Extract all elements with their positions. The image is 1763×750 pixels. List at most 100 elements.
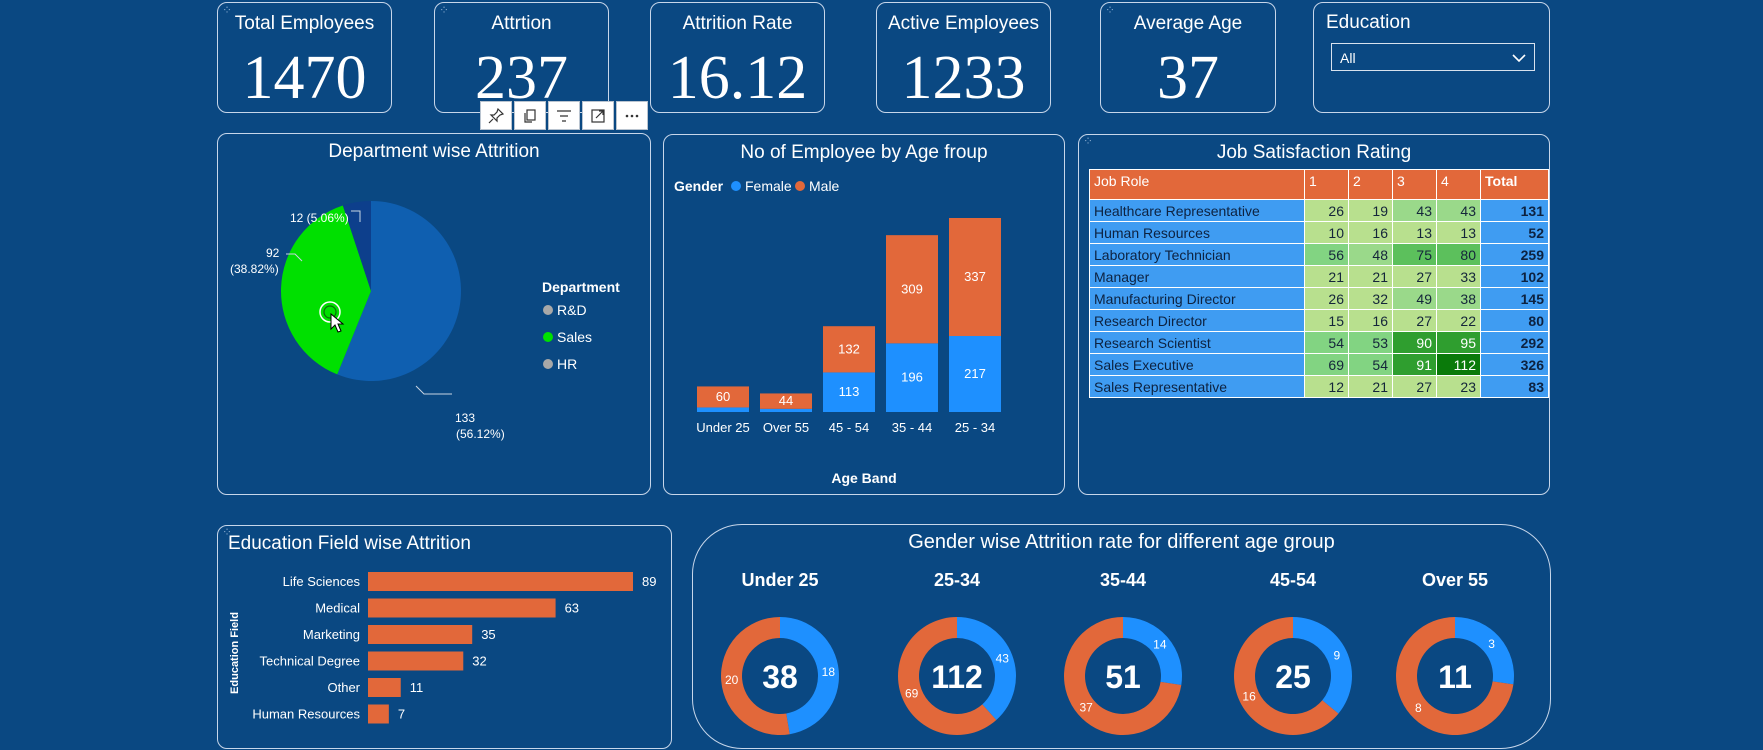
rating-cell: 91 bbox=[1392, 353, 1437, 376]
rating-cell: 33 bbox=[1436, 265, 1481, 288]
kpi-title: Attrition Rate bbox=[682, 13, 793, 34]
table-row[interactable]: Manufacturing Director 26 32 49 38 145 bbox=[1089, 287, 1549, 310]
kpi-card-attrition-rate[interactable]: Attrition Rate 16.12 bbox=[650, 2, 825, 113]
job-role-cell: Laboratory Technician bbox=[1089, 243, 1305, 266]
education-dropdown[interactable]: All bbox=[1331, 43, 1535, 71]
rating-cell: 95 bbox=[1436, 331, 1481, 354]
rating-cell: 21 bbox=[1348, 265, 1393, 288]
kpi-title: Average Age bbox=[1133, 13, 1243, 34]
rating-cell: 26 bbox=[1304, 199, 1349, 222]
data-label: 309 bbox=[901, 281, 923, 296]
table-row[interactable]: Sales Representative 12 21 27 23 83 bbox=[1089, 375, 1549, 398]
column-header[interactable]: Total bbox=[1480, 169, 1549, 200]
kpi-card-attrition[interactable]: Attrtion 237 bbox=[434, 2, 609, 113]
data-label: 63 bbox=[565, 601, 579, 616]
rating-cell: 12 bbox=[1304, 375, 1349, 398]
age-group-panel: No of Employee by Age froup Gender Femal… bbox=[663, 134, 1065, 495]
pin-icon[interactable] bbox=[480, 101, 512, 130]
bar[interactable] bbox=[368, 598, 556, 618]
copy-icon[interactable] bbox=[514, 101, 546, 130]
leader-line bbox=[415, 385, 452, 395]
dept-attrition-panel: Department wise Attrition 12 (5.06%) 92 … bbox=[217, 133, 651, 495]
rating-cell: 10 bbox=[1304, 221, 1349, 244]
total-cell: 292 bbox=[1480, 331, 1549, 354]
bar[interactable] bbox=[368, 704, 389, 724]
focus-mode-icon[interactable] bbox=[582, 101, 614, 130]
legend-item-sales[interactable]: Sales bbox=[543, 329, 592, 345]
data-label-female: 9 bbox=[1334, 648, 1341, 662]
kpi-value: 37 bbox=[1157, 44, 1219, 112]
column-header[interactable]: 2 bbox=[1348, 169, 1393, 200]
kpi-value: 16.12 bbox=[667, 44, 808, 112]
data-label-male: 8 bbox=[1415, 701, 1422, 715]
table-header-row: Job Role 1 2 3 4 Total bbox=[1089, 169, 1549, 200]
data-label-female: 18 bbox=[822, 665, 836, 679]
rd-data-label-pct: (56.12%) bbox=[456, 427, 505, 441]
more-options-icon[interactable] bbox=[616, 101, 648, 130]
data-label: 113 bbox=[839, 384, 860, 399]
donut-center-total: 112 bbox=[931, 659, 983, 695]
kpi-card-active-employees[interactable]: Active Employees 1233 bbox=[876, 2, 1051, 113]
bar-female[interactable] bbox=[697, 407, 749, 412]
rating-cell: 43 bbox=[1392, 199, 1437, 222]
column-header[interactable]: Job Role bbox=[1089, 169, 1305, 200]
slicer-title: Education bbox=[1326, 12, 1411, 33]
table-row[interactable]: Research Director 15 16 27 22 80 bbox=[1089, 309, 1549, 332]
rating-cell: 53 bbox=[1348, 331, 1393, 354]
rating-cell: 26 bbox=[1304, 287, 1349, 310]
data-label: 89 bbox=[642, 574, 656, 589]
x-tick-label: 45 - 54 bbox=[829, 420, 869, 435]
table-row[interactable]: Sales Executive 69 54 91 112 326 bbox=[1089, 353, 1549, 376]
job-role-cell: Research Scientist bbox=[1089, 331, 1305, 354]
kpi-card-total-employees[interactable]: Total Employees 1470 bbox=[217, 2, 392, 113]
data-label-male: 16 bbox=[1242, 690, 1256, 704]
table-row[interactable]: Research Scientist 54 53 90 95 292 bbox=[1089, 331, 1549, 354]
bar[interactable] bbox=[368, 651, 464, 671]
total-cell: 145 bbox=[1480, 287, 1549, 310]
legend-dot bbox=[543, 359, 553, 369]
loading-glyph-icon: ⁘ bbox=[1105, 3, 1117, 17]
total-cell: 80 bbox=[1480, 309, 1549, 332]
legend-item-hr[interactable]: HR bbox=[543, 356, 577, 372]
table-row[interactable]: Healthcare Representative 26 19 43 43 131 bbox=[1089, 199, 1549, 222]
column-header[interactable]: 4 bbox=[1436, 169, 1481, 200]
rating-cell: 23 bbox=[1436, 375, 1481, 398]
rating-cell: 13 bbox=[1436, 221, 1481, 244]
job-role-cell: Sales Representative bbox=[1089, 375, 1305, 398]
rating-cell: 90 bbox=[1392, 331, 1437, 354]
column-header[interactable]: 3 bbox=[1392, 169, 1437, 200]
rating-cell: 54 bbox=[1304, 331, 1349, 354]
data-label: 60 bbox=[716, 389, 730, 404]
bar[interactable] bbox=[368, 678, 401, 697]
data-label-male: 20 bbox=[725, 673, 739, 687]
kpi-title: Active Employees bbox=[887, 13, 1039, 34]
y-tick-label: Other bbox=[327, 680, 360, 695]
table-row[interactable]: Laboratory Technician 56 48 75 80 259 bbox=[1089, 243, 1549, 266]
kpi-value: 1233 bbox=[901, 44, 1026, 112]
rating-cell: 75 bbox=[1392, 243, 1437, 266]
bar-female[interactable] bbox=[760, 408, 812, 412]
job-role-cell: Manufacturing Director bbox=[1089, 287, 1305, 310]
column-header[interactable]: 1 bbox=[1304, 169, 1349, 200]
table-row[interactable]: Manager 21 21 27 33 102 bbox=[1089, 265, 1549, 288]
education-field-panel: Education Field wise Attrition Education… bbox=[217, 525, 672, 749]
bar[interactable] bbox=[368, 625, 473, 644]
filter-icon[interactable] bbox=[548, 101, 580, 130]
table-row[interactable]: Human Resources 10 16 13 13 52 bbox=[1089, 221, 1549, 244]
bar[interactable] bbox=[368, 572, 633, 591]
dept-pie-chart[interactable] bbox=[218, 134, 652, 496]
hr-data-label: 12 (5.06%) bbox=[290, 211, 349, 225]
y-tick-label: Marketing bbox=[303, 627, 360, 642]
chevron-down-icon bbox=[1512, 54, 1526, 63]
rating-cell: 19 bbox=[1348, 199, 1393, 222]
x-axis-label: Age Band bbox=[831, 470, 897, 486]
kpi-card-average-age[interactable]: Average Age 37 bbox=[1100, 2, 1276, 113]
age-stacked-bar-chart: 60 Under 25 44 Over 55 113 132 45 - 54 196 309 35… bbox=[696, 218, 1001, 435]
job-role-cell: Human Resources bbox=[1089, 221, 1305, 244]
kpi-value: 1470 bbox=[242, 44, 367, 112]
legend-item-rd[interactable]: R&D bbox=[543, 302, 587, 318]
donut-title: 45-54 bbox=[1270, 570, 1316, 590]
education-slicer: Education All bbox=[1313, 2, 1550, 113]
rating-cell: 56 bbox=[1304, 243, 1349, 266]
mouse-cursor-icon bbox=[319, 301, 345, 333]
